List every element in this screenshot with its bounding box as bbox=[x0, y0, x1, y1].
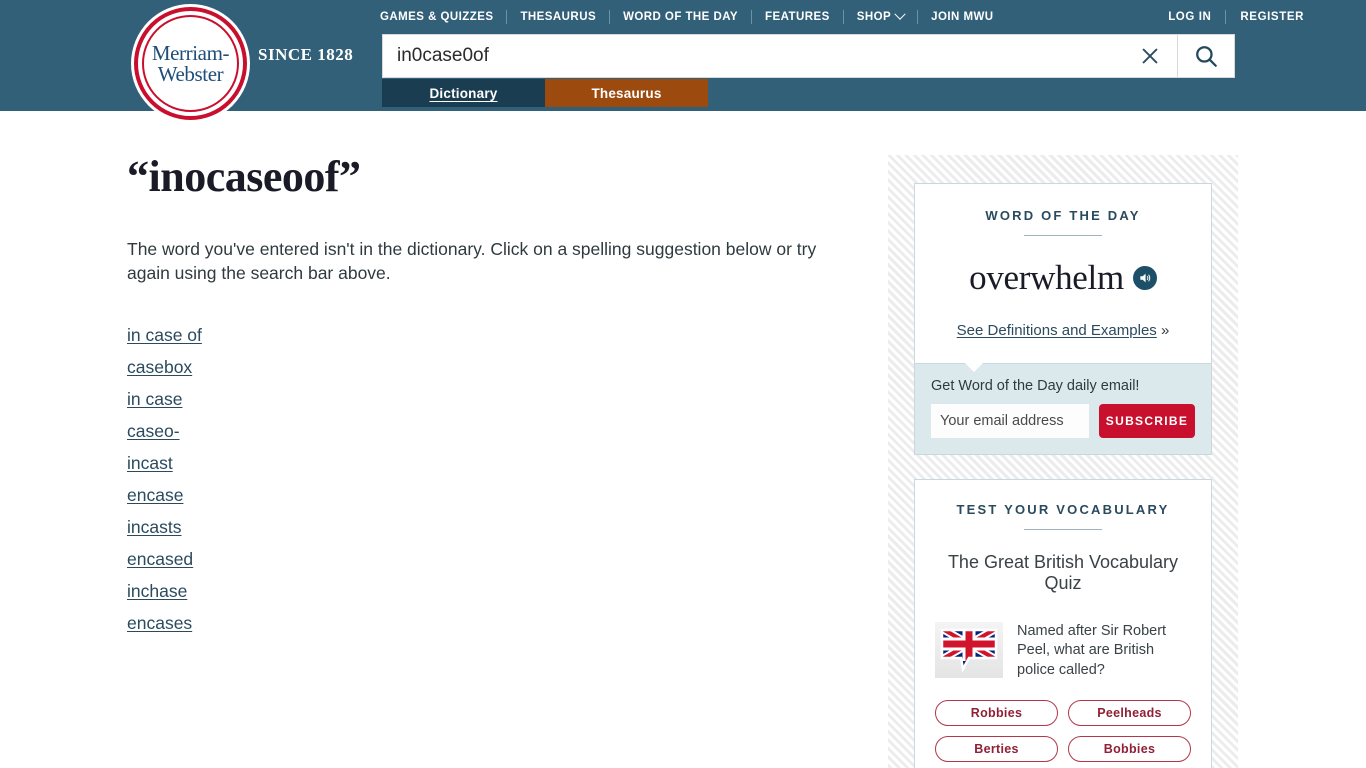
speaker-glyph-icon bbox=[1140, 273, 1151, 283]
nav-item-games-quizzes[interactable]: GAMES & QUIZZES bbox=[380, 11, 493, 23]
nav-divider bbox=[751, 10, 753, 24]
suggestion-link[interactable]: in case of bbox=[127, 319, 202, 351]
suggestion-link[interactable]: caseo- bbox=[127, 415, 180, 447]
tab-label: Dictionary bbox=[429, 85, 498, 101]
logo-line-1: Merriam- bbox=[151, 40, 230, 65]
quiz-title[interactable]: The Great British Vocabulary Quiz bbox=[935, 552, 1191, 594]
quiz-answer-option[interactable]: Robbies bbox=[935, 699, 1058, 726]
tab-label: Thesaurus bbox=[591, 85, 662, 101]
spelling-suggestions-list: in case of casebox in case caseo- incast… bbox=[127, 319, 867, 639]
heading-rule bbox=[1024, 529, 1102, 530]
quiz-answer-option[interactable]: Peelheads bbox=[1068, 699, 1191, 726]
chevron-down-icon bbox=[894, 8, 906, 20]
quiz-heading: TEST YOUR VOCABULARY bbox=[956, 502, 1170, 517]
union-jack-glyph-icon bbox=[940, 628, 998, 673]
nav-divider bbox=[506, 10, 508, 24]
quiz-question-text: Named after Sir Robert Peel, what are Br… bbox=[1017, 623, 1167, 678]
tab-thesaurus[interactable]: Thesaurus bbox=[545, 79, 708, 107]
nav-item-label: THESAURUS bbox=[520, 11, 597, 23]
nav-item-shop[interactable]: SHOP bbox=[856, 8, 906, 23]
suggestion-link[interactable]: incast bbox=[127, 447, 173, 479]
log-in-link[interactable]: LOG IN bbox=[1168, 11, 1211, 23]
search-icon bbox=[1196, 46, 1217, 67]
word-of-the-day-word[interactable]: overwhelm bbox=[969, 258, 1124, 298]
suggestion-link[interactable]: in case bbox=[127, 383, 182, 415]
merriam-webster-logo[interactable]: Merriam- Webster bbox=[134, 7, 247, 120]
email-field[interactable] bbox=[931, 404, 1089, 438]
speaker-icon[interactable] bbox=[1132, 266, 1157, 290]
see-definitions-link[interactable]: See Definitions and Examples bbox=[957, 322, 1157, 339]
nav-item-label: GAMES & QUIZZES bbox=[380, 11, 494, 23]
quiz-answer-option[interactable]: Bobbies bbox=[1068, 735, 1191, 762]
nav-item-word-of-the-day[interactable]: WORD OF THE DAY bbox=[623, 11, 738, 23]
email-signup-row: SUBSCRIBE bbox=[931, 404, 1195, 438]
close-icon bbox=[1142, 48, 1157, 64]
word-of-the-day-email-signup: Get Word of the Day daily email! SUBSCRI… bbox=[915, 363, 1211, 454]
quiz-question-row: Named after Sir Robert Peel, what are Br… bbox=[935, 622, 1191, 680]
search-input[interactable] bbox=[383, 35, 1122, 77]
account-nav: LOG IN REGISTER bbox=[1168, 8, 1304, 26]
register-link[interactable]: REGISTER bbox=[1240, 11, 1304, 23]
suggestion-link[interactable]: encased bbox=[127, 543, 193, 575]
nav-divider bbox=[842, 10, 844, 24]
email-signup-label: Get Word of the Day daily email! bbox=[931, 378, 1140, 394]
union-jack-speech-bubble-icon bbox=[935, 622, 1003, 678]
search-scope-tabs: Dictionary Thesaurus bbox=[382, 79, 708, 107]
site-header: Merriam- Webster SINCE 1828 GAMES & QUIZ… bbox=[0, 0, 1366, 120]
tab-dictionary[interactable]: Dictionary bbox=[382, 79, 545, 107]
suggestion-link[interactable]: inchase bbox=[127, 575, 187, 607]
page-body: “inocaseoof” The word you've entered isn… bbox=[0, 111, 1366, 768]
subscribe-button[interactable]: SUBSCRIBE bbox=[1099, 404, 1195, 438]
main-content: “inocaseoof” The word you've entered isn… bbox=[127, 155, 867, 639]
nav-divider bbox=[917, 10, 919, 24]
nav-divider bbox=[609, 10, 611, 24]
since-tagline: SINCE 1828 bbox=[258, 45, 354, 64]
nav-divider bbox=[1225, 10, 1227, 24]
suggestion-link[interactable]: encase bbox=[127, 479, 183, 511]
quiz-answer-option[interactable]: Berties bbox=[935, 735, 1058, 762]
clear-search-button[interactable] bbox=[1122, 35, 1178, 77]
nav-item-label: JOIN MWU bbox=[931, 11, 994, 23]
word-of-the-day-word-row: overwhelm bbox=[915, 258, 1211, 298]
word-of-the-day-link-row: See Definitions and Examples » bbox=[915, 322, 1211, 363]
suggestion-link[interactable]: encases bbox=[127, 607, 192, 639]
logo-line-2: Webster bbox=[157, 61, 224, 86]
sidebar: WORD OF THE DAY overwhelm See Definition… bbox=[888, 155, 1238, 768]
nav-item-features[interactable]: FEATURES bbox=[765, 11, 830, 23]
search-submit-button[interactable] bbox=[1178, 35, 1234, 77]
nav-item-join-mwu[interactable]: JOIN MWU bbox=[931, 11, 993, 23]
word-of-the-day-card: WORD OF THE DAY overwhelm See Definition… bbox=[914, 183, 1212, 455]
quiz-answers: Robbies Peelheads Berties Bobbies bbox=[935, 699, 1191, 762]
logo-seal-inner: Merriam- Webster bbox=[142, 15, 239, 112]
word-of-the-day-heading: WORD OF THE DAY bbox=[985, 208, 1141, 223]
nav-item-label: FEATURES bbox=[765, 11, 830, 23]
suggestion-link[interactable]: incasts bbox=[127, 511, 181, 543]
nav-item-thesaurus[interactable]: THESAURUS bbox=[520, 11, 596, 23]
nav-item-label: WORD OF THE DAY bbox=[623, 11, 739, 23]
primary-nav: GAMES & QUIZZES THESAURUS WORD OF THE DA… bbox=[380, 8, 994, 26]
search-bar bbox=[382, 34, 1235, 78]
page-title: “inocaseoof” bbox=[127, 152, 361, 201]
test-your-vocabulary-card: TEST YOUR VOCABULARY The Great British V… bbox=[914, 479, 1212, 768]
link-chevron: » bbox=[1160, 322, 1170, 339]
no-results-message: The word you've entered isn't in the dic… bbox=[127, 239, 817, 284]
heading-rule bbox=[1024, 235, 1102, 236]
suggestion-link[interactable]: casebox bbox=[127, 351, 192, 383]
nav-item-label: SHOP bbox=[856, 11, 892, 23]
